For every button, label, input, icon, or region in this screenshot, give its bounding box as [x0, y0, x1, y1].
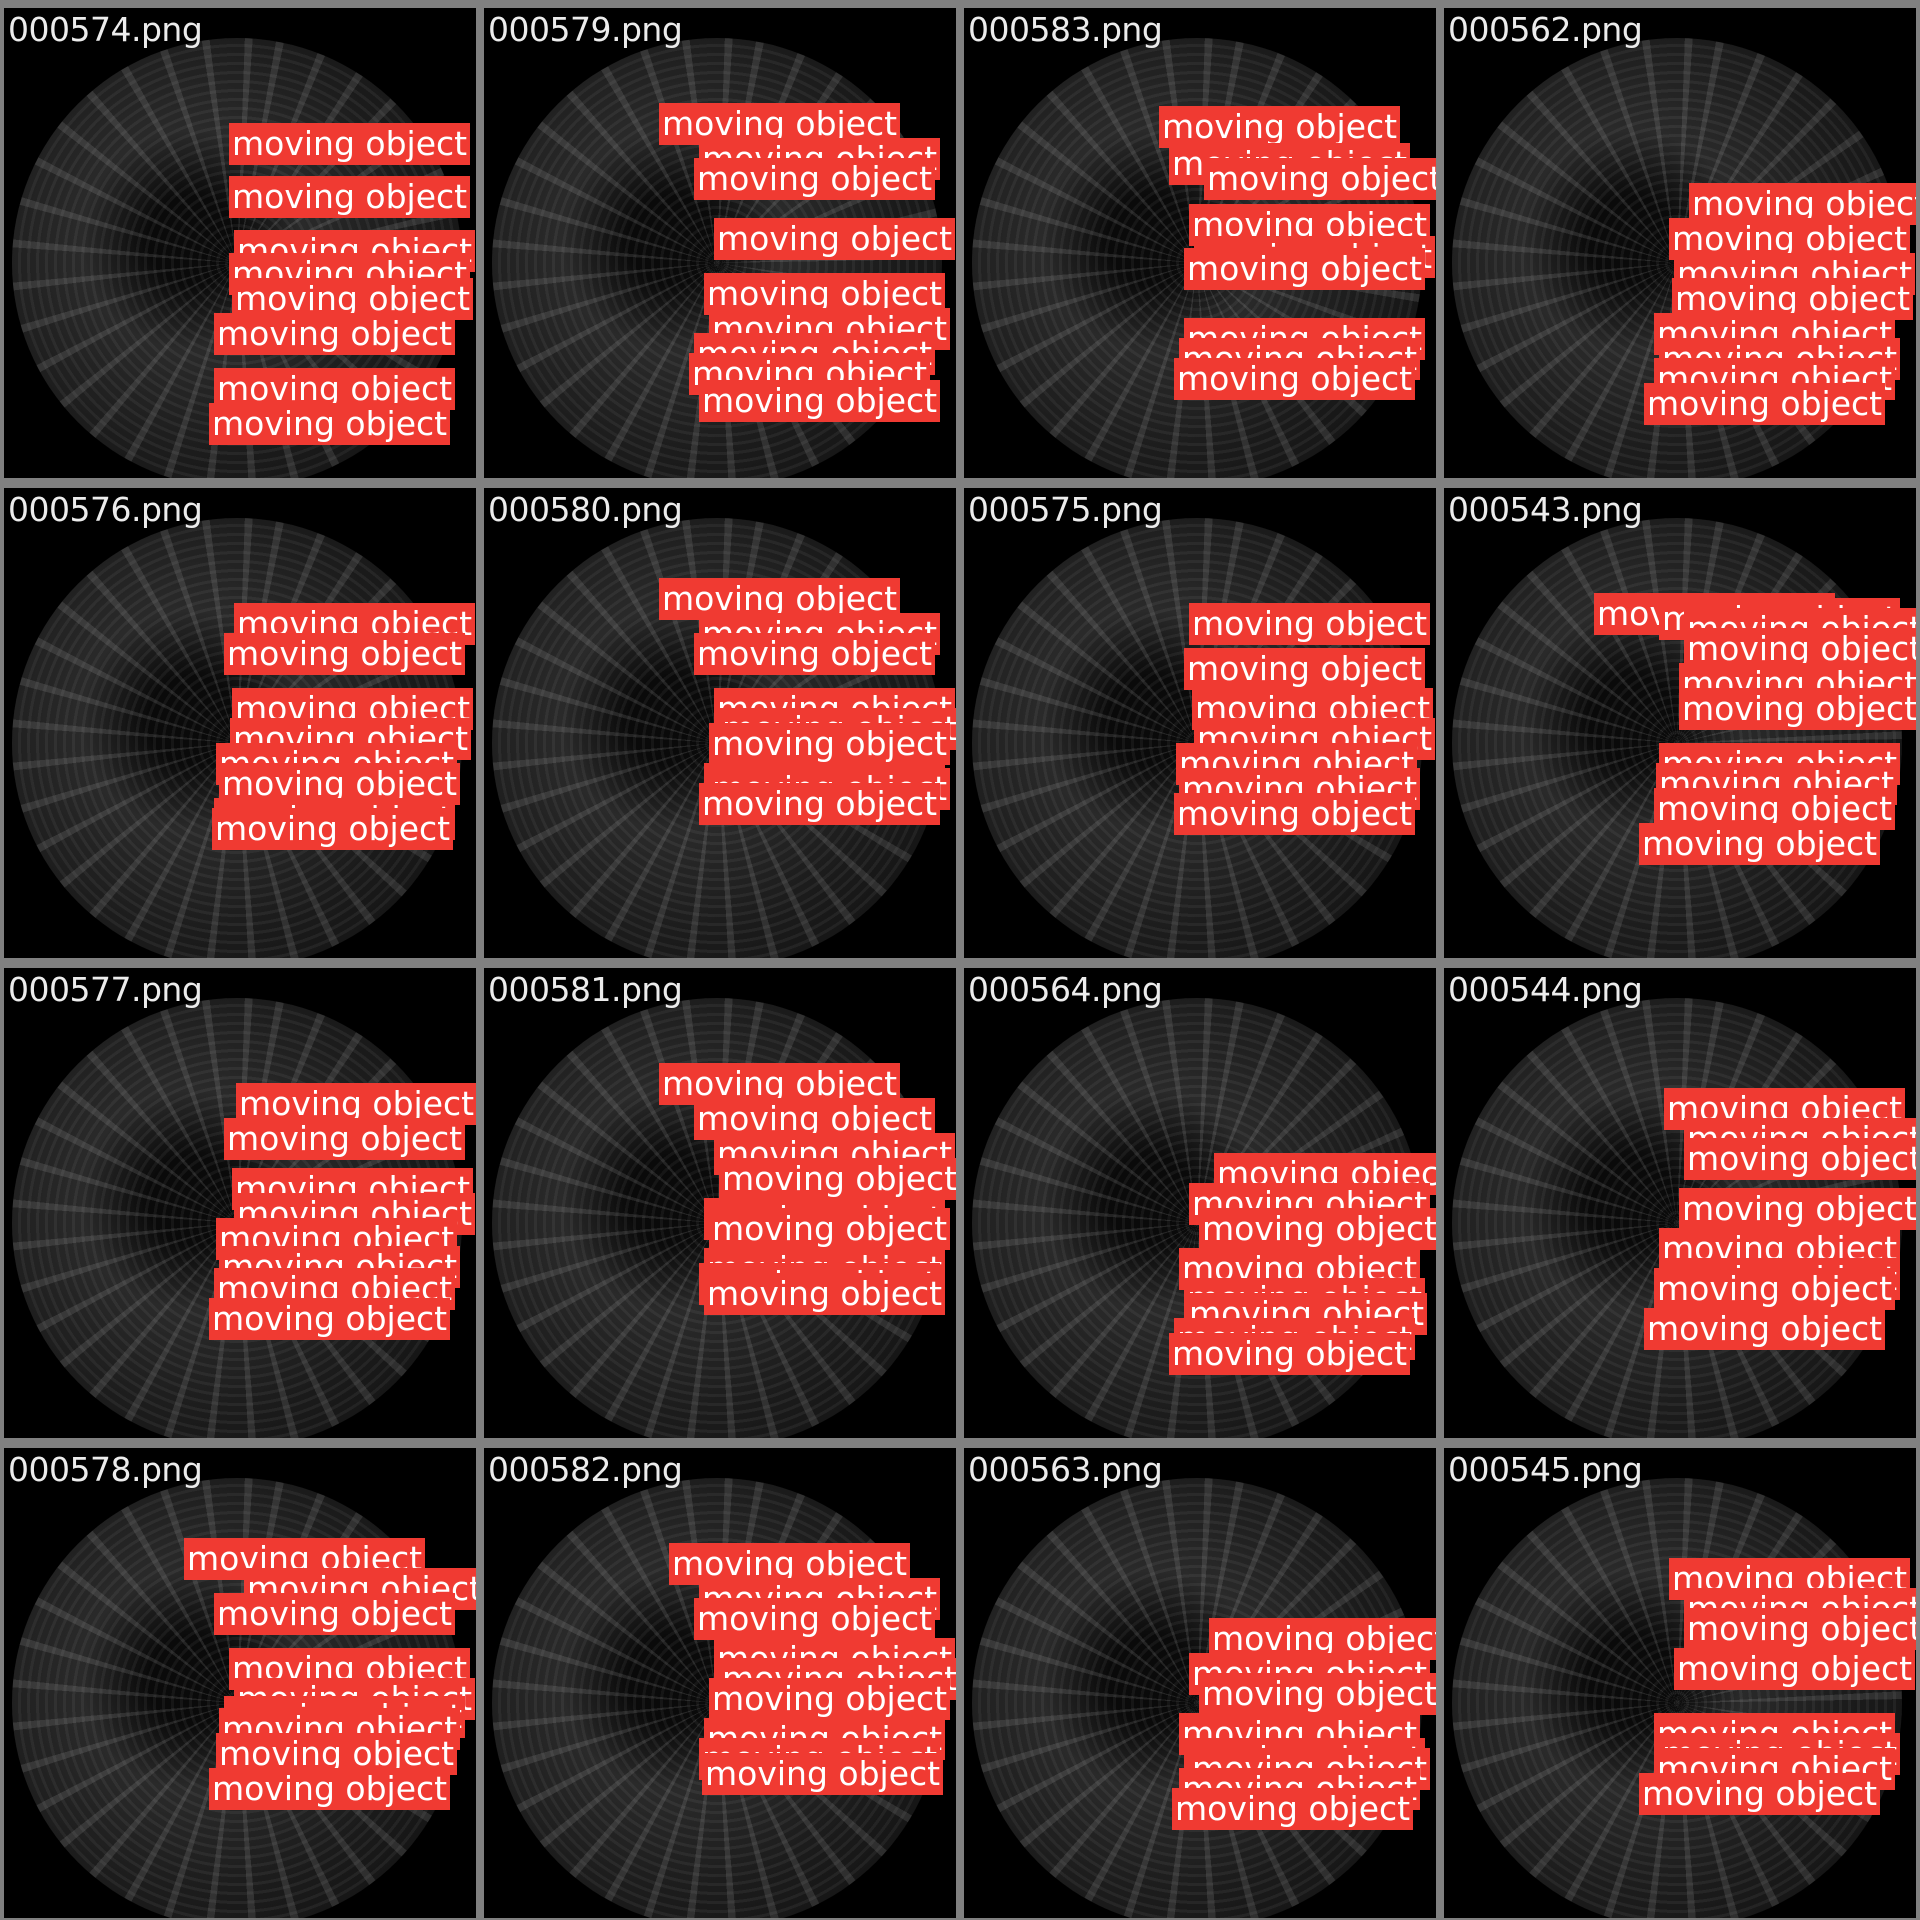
image-tile: 000545.png moving object moving object movi… [1444, 1448, 1916, 1918]
detection-label: moving object [1644, 383, 1886, 425]
sonar-image [1452, 1478, 1902, 1918]
image-tile: 000576.png moving object moving object movi… [4, 488, 476, 958]
detection-label: moving object [1684, 1608, 1916, 1650]
detection-label: moving object [1654, 1268, 1896, 1310]
detection-label: moving object [224, 1118, 466, 1160]
detection-label: moving object [1684, 1138, 1916, 1180]
detection-label: moving object [229, 176, 471, 218]
detection-label: moving object [694, 1598, 936, 1640]
detection-label: moving object [694, 633, 936, 675]
detection-label: moving object [699, 783, 941, 825]
detection-label: moving object [714, 218, 956, 260]
detection-label: moving object [1174, 793, 1416, 835]
detection-label: moving object [209, 403, 451, 445]
sonar-image [1452, 518, 1902, 958]
detection-label: moving object [1674, 1648, 1916, 1690]
detection-label: moving object [1189, 603, 1431, 645]
image-tile: 000582.png moving object moving object movi… [484, 1448, 956, 1918]
tile-filename: 000574.png [8, 10, 203, 49]
detection-label: moving object [1679, 1188, 1916, 1230]
image-mosaic-grid: 000574.png moving object moving object movi… [0, 0, 1920, 1920]
image-tile: 000544.png moving object moving object movi… [1444, 968, 1916, 1438]
tile-filename: 000575.png [968, 490, 1163, 529]
detection-label: moving object [1679, 688, 1916, 730]
tile-filename: 000578.png [8, 1450, 203, 1489]
detection-label: moving object [709, 1678, 951, 1720]
image-tile: 000583.png moving object moving object movi… [964, 8, 1436, 478]
detection-label: moving object [704, 1273, 946, 1315]
image-tile: 000575.png moving object moving object movi… [964, 488, 1436, 958]
detection-label: moving object [212, 808, 454, 850]
detection-label: moving object [1199, 1673, 1436, 1715]
image-tile: 000563.png moving object moving object movi… [964, 1448, 1436, 1918]
tile-filename: 000581.png [488, 970, 683, 1009]
image-tile: 000579.png moving object moving object movi… [484, 8, 956, 478]
tile-filename: 000577.png [8, 970, 203, 1009]
detection-label: moving object [209, 1768, 451, 1810]
detection-label: moving object [229, 123, 471, 165]
detection-label: moving object [702, 1753, 944, 1795]
image-tile: 000580.png moving object moving object movi… [484, 488, 956, 958]
detection-label: moving object [1184, 648, 1426, 690]
tile-filename: 000543.png [1448, 490, 1643, 529]
detection-label: moving object [1644, 1308, 1886, 1350]
image-tile: 000574.png moving object moving object movi… [4, 8, 476, 478]
image-tile: 000581.png moving object moving object movi… [484, 968, 956, 1438]
detection-label: moving object [1159, 106, 1401, 148]
detection-label: moving object [224, 633, 466, 675]
tile-filename: 000576.png [8, 490, 203, 529]
image-tile: 000562.png moving object moving object movi… [1444, 8, 1916, 478]
detection-label: moving object [1204, 158, 1436, 200]
detection-label: moving object [214, 1593, 456, 1635]
image-tile: 000578.png moving object moving object movi… [4, 1448, 476, 1918]
tile-filename: 000562.png [1448, 10, 1643, 49]
detection-label: moving object [214, 313, 456, 355]
tile-filename: 000582.png [488, 1450, 683, 1489]
tile-filename: 000579.png [488, 10, 683, 49]
tile-filename: 000563.png [968, 1450, 1163, 1489]
detection-label: moving object [694, 158, 936, 200]
detection-label: moving object [709, 723, 951, 765]
image-tile: 000543.png moving object moving object movi… [1444, 488, 1916, 958]
image-tile: 000577.png moving object moving object movi… [4, 968, 476, 1438]
detection-label: moving object [209, 1298, 451, 1340]
detection-label: moving object [699, 380, 941, 422]
tile-filename: 000545.png [1448, 1450, 1643, 1489]
detection-label: moving object [1639, 823, 1881, 865]
tile-filename: 000583.png [968, 10, 1163, 49]
image-tile: 000564.png moving object moving object movi… [964, 968, 1436, 1438]
detection-label: moving object [1639, 1773, 1881, 1815]
detection-label: moving object [1199, 1208, 1436, 1250]
detection-label: moving object [719, 1158, 956, 1200]
detection-label: moving object [1172, 1788, 1414, 1830]
detection-label: moving object [1184, 248, 1426, 290]
detection-label: moving object [1169, 1333, 1411, 1375]
detection-label: moving object [1174, 358, 1416, 400]
detection-label: moving object [709, 1208, 951, 1250]
tile-filename: 000544.png [1448, 970, 1643, 1009]
tile-filename: 000580.png [488, 490, 683, 529]
tile-filename: 000564.png [968, 970, 1163, 1009]
